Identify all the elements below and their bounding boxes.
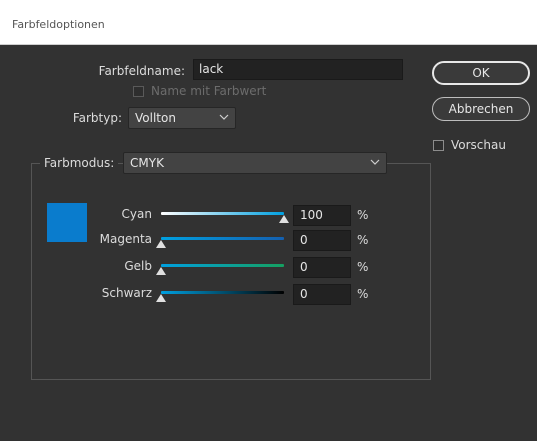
swatch-name-input[interactable]: lack xyxy=(193,59,403,80)
gelb-value-input[interactable]: 0 xyxy=(293,257,351,278)
magenta-label: Magenta xyxy=(99,232,152,246)
magenta-slider-thumb[interactable] xyxy=(156,240,166,248)
color-type-value: Vollton xyxy=(135,111,176,125)
cyan-percent-unit: % xyxy=(357,208,369,222)
swatch-options-dialog: Farbfeldname: lack Name mit Farbwert Far… xyxy=(0,45,537,441)
gelb-label: Gelb xyxy=(124,259,152,273)
magenta-value-input[interactable]: 0 xyxy=(293,230,351,251)
window-title: Farbfeldoptionen xyxy=(12,18,105,31)
schwarz-slider-track[interactable] xyxy=(161,291,284,294)
swatch-name-label: Farbfeldname: xyxy=(98,64,185,78)
ok-button[interactable]: OK xyxy=(432,61,530,85)
chevron-down-icon xyxy=(370,159,380,165)
cyan-slider-track[interactable] xyxy=(161,212,284,215)
magenta-slider-track[interactable] xyxy=(161,237,284,240)
schwarz-slider-thumb[interactable] xyxy=(156,294,166,302)
color-type-select[interactable]: Vollton xyxy=(128,107,236,129)
preview-label: Vorschau xyxy=(451,138,506,152)
cyan-label: Cyan xyxy=(121,207,152,221)
gelb-slider-track[interactable] xyxy=(161,264,284,267)
cyan-slider-thumb[interactable] xyxy=(279,215,289,223)
name-with-value-checkbox[interactable] xyxy=(133,86,144,97)
cyan-value-input[interactable]: 100 xyxy=(293,205,351,226)
color-type-label: Farbtyp: xyxy=(72,111,122,125)
color-mode-label: Farbmodus: xyxy=(40,156,119,170)
color-mode-select[interactable]: CMYK xyxy=(123,152,387,174)
schwarz-label: Schwarz xyxy=(101,286,152,300)
chevron-down-icon xyxy=(219,114,229,120)
gelb-percent-unit: % xyxy=(357,260,369,274)
gelb-slider-thumb[interactable] xyxy=(156,267,166,275)
magenta-percent-unit: % xyxy=(357,233,369,247)
schwarz-value-input[interactable]: 0 xyxy=(293,284,351,305)
preview-checkbox[interactable] xyxy=(433,140,444,151)
schwarz-percent-unit: % xyxy=(357,287,369,301)
color-mode-value: CMYK xyxy=(130,156,164,170)
title-bar: Farbfeldoptionen xyxy=(0,0,537,45)
name-with-value-label: Name mit Farbwert xyxy=(151,84,267,98)
cancel-button[interactable]: Abbrechen xyxy=(432,97,530,121)
